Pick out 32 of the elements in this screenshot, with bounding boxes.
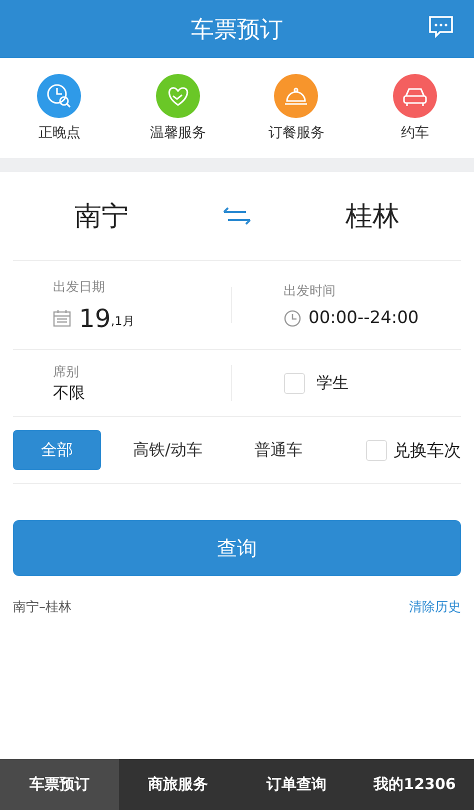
calendar-icon	[53, 309, 71, 327]
history-item[interactable]: 南宁–桂林	[13, 598, 72, 616]
nav-tab[interactable]: 车票预订	[0, 759, 118, 810]
clock-icon	[284, 310, 300, 326]
exchange-checkbox[interactable]	[366, 440, 387, 460]
meal-service-icon[interactable]	[274, 74, 318, 118]
clock-service-icon[interactable]	[37, 74, 82, 118]
heart-service-icon[interactable]	[156, 74, 200, 118]
train-type-tab[interactable]: 普通车	[234, 430, 322, 470]
service-label[interactable]: 订餐服务	[268, 124, 324, 142]
arrival-city[interactable]: 桂林	[312, 198, 433, 234]
student-checkbox[interactable]	[284, 372, 304, 394]
seat-label: 席别	[53, 364, 80, 380]
service-label[interactable]: 正晚点	[38, 124, 80, 142]
date-label: 出发日期	[53, 278, 106, 296]
service-label[interactable]: 约车	[400, 124, 429, 142]
exchange-label[interactable]: 兑换车次	[393, 438, 461, 462]
search-button[interactable]: 查询	[13, 520, 461, 576]
time-range[interactable]: 00:00--24:00	[308, 308, 419, 328]
clear-history-link[interactable]: 清除历史	[409, 598, 461, 616]
car-service-icon[interactable]	[392, 74, 437, 118]
message-icon[interactable]	[428, 15, 454, 39]
student-label[interactable]: 学生	[316, 372, 348, 394]
departure-city[interactable]: 南宁	[41, 198, 162, 234]
seat-value[interactable]: 不限	[53, 382, 230, 404]
time-label: 出发时间	[284, 283, 336, 300]
page-title: 车票预订	[191, 16, 283, 44]
date-month[interactable]: ,1月	[110, 312, 134, 330]
service-label[interactable]: 温馨服务	[150, 124, 206, 142]
train-type-tab[interactable]: 全部	[13, 430, 101, 470]
train-type-tab[interactable]: 高铁/动车	[119, 430, 216, 470]
date-day[interactable]: 19	[79, 304, 111, 332]
